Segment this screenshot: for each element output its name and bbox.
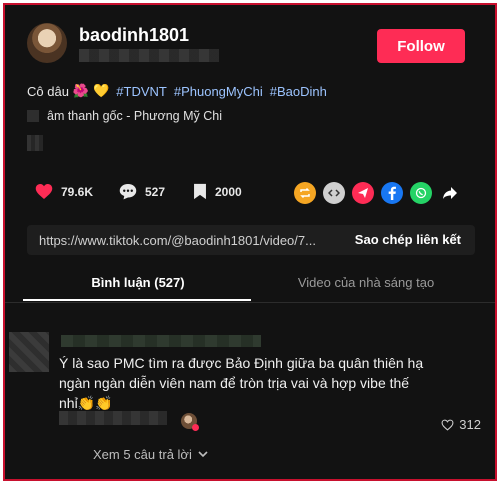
view-replies-button[interactable]: Xem 5 câu trả lời [93,447,208,462]
bookmark-icon [194,183,206,200]
replies-label: Xem 5 câu trả lời [93,447,192,462]
comment-like-count: 312 [459,417,481,432]
comment-action[interactable]: 527 [119,183,165,200]
action-bar: 79.6K 527 2000 [35,182,461,207]
comment-icon [119,184,137,200]
like-count: 79.6K [61,184,94,199]
comment-tabs: Bình luận (527) Video của nhà sáng tạo [5,267,495,303]
comment-text: Ý là sao PMC tìm ra được Bảo Định giữa b… [59,353,439,413]
video-detail-panel: baodinh1801 Follow Cô dâu 🌺 💛 #TDVNT #Ph… [3,3,497,481]
author-username[interactable]: baodinh1801 [79,25,189,46]
whatsapp-icon[interactable] [410,182,432,204]
like-action[interactable]: 79.6K [35,183,93,200]
music-label[interactable]: âm thanh gốc - Phương Mỹ Chi [47,109,222,123]
comment-text-line: Ý là sao PMC tìm ra được Bảo Định giữa b… [59,355,424,371]
creator-liked-avatar [181,413,199,431]
tab-creator-videos[interactable]: Video của nhà sáng tạo [251,275,481,290]
hashtag-link[interactable]: #BaoDinh [270,84,327,99]
music-row[interactable]: âm thanh gốc - Phương Mỹ Chi [27,109,222,123]
caption-text: Cô dâu [27,83,69,99]
save-count: 2000 [215,184,242,199]
heart-outline-icon [441,419,454,431]
tab-comments[interactable]: Bình luận (527) [23,275,253,290]
flower-emoji: 🌺 [72,83,90,98]
copy-link-button[interactable]: Sao chép liên kết [355,232,461,247]
author-subtitle-redacted [79,49,219,62]
video-url[interactable]: https://www.tiktok.com/@baodinh1801/vide… [39,233,329,248]
author-header: baodinh1801 Follow [27,23,465,73]
hashtag-link[interactable]: #PhuongMyChi [174,84,263,99]
comment-text-line: ngàn ngàn diễn viên nam để tròn trịa vai… [59,375,410,391]
video-caption: Cô dâu 🌺 💛 #TDVNT #PhuongMyChi #BaoDinh [27,83,327,99]
commenter-name-redacted [61,335,261,347]
comment-text-line: nhỉ👏👏 [59,395,113,411]
heart-emoji: 💛 [93,83,110,98]
hashtag-link[interactable]: #TDVNT [116,84,167,99]
music-note-icon [27,110,39,122]
facebook-icon[interactable] [381,182,403,204]
share-icons [294,182,461,204]
commenter-avatar-redacted[interactable] [9,332,49,372]
repost-icon[interactable] [294,182,316,204]
author-avatar[interactable] [27,23,67,63]
share-link-row: https://www.tiktok.com/@baodinh1801/vide… [27,225,475,255]
comment-meta-redacted [59,411,167,425]
share-arrow-icon[interactable] [439,182,461,204]
chevron-down-icon [198,451,208,458]
follow-button[interactable]: Follow [377,29,465,63]
active-tab-indicator [23,299,251,301]
redacted-block [27,135,43,151]
save-action[interactable]: 2000 [193,183,242,200]
send-icon[interactable] [352,182,374,204]
embed-icon[interactable] [323,182,345,204]
comment-like[interactable]: 312 [441,417,481,432]
heart-icon [35,184,53,199]
comment-count: 527 [145,184,166,199]
